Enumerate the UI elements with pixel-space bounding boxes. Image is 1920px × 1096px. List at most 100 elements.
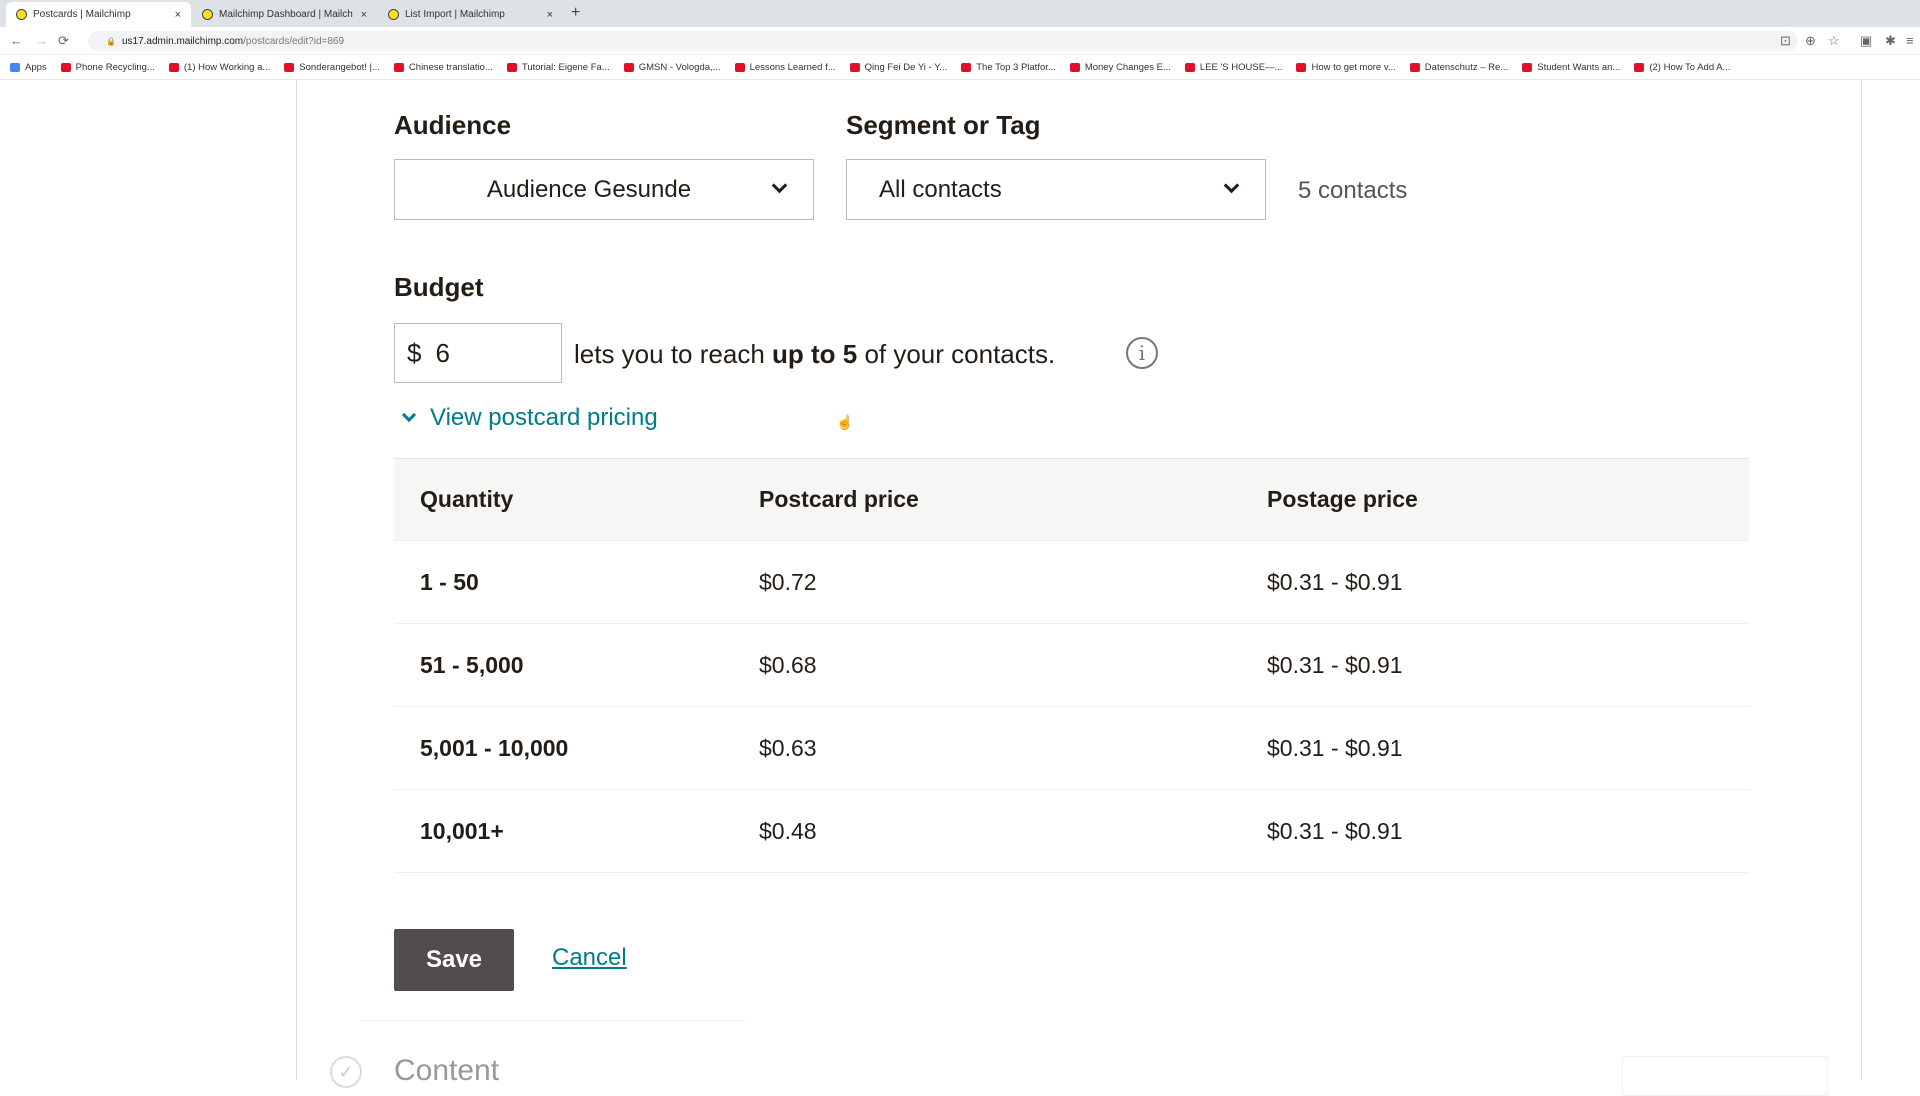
bookmarks-bar: Apps Phone Recycling... (1) How Working a.… — [0, 55, 1920, 80]
apps-grid-icon — [10, 62, 20, 72]
pricing-table: Quantity Postcard price Postage price 1 … — [394, 458, 1749, 873]
info-icon[interactable]: i — [1126, 337, 1158, 369]
bookmark-favicon-icon — [506, 62, 517, 72]
table-row: 5,001 - 10,000 $0.63 $0.31 - $0.91 — [394, 707, 1749, 790]
lock-icon: 🔒 — [106, 36, 116, 46]
bookmark-favicon-icon — [1522, 62, 1533, 72]
translate-icon[interactable]: ⊡ — [1780, 33, 1791, 49]
bookmark-label: Student Wants an... — [1537, 61, 1621, 73]
add-content-button[interactable] — [1622, 1056, 1828, 1096]
reload-icon[interactable]: ⟳ — [58, 33, 69, 49]
new-tab-button[interactable]: + — [571, 4, 580, 22]
facebook-extension-icon[interactable]: ▣ — [1860, 33, 1872, 49]
chevron-down-icon — [401, 407, 417, 423]
bookmark-item[interactable]: GMSN - Vologda,... — [623, 62, 721, 73]
bookmark-favicon-icon — [1069, 62, 1080, 72]
segment-value: All contacts — [879, 175, 1002, 203]
table-header: Quantity Postcard price Postage price — [394, 458, 1749, 541]
view-pricing-link[interactable]: View postcard pricing — [430, 404, 658, 432]
bookmark-favicon-icon — [849, 62, 860, 72]
quantity-cell: 1 - 50 — [420, 568, 479, 595]
bookmark-item[interactable]: (2) How To Add A... — [1634, 62, 1730, 73]
back-icon[interactable]: ← — [10, 33, 23, 48]
bookmark-favicon-icon — [1409, 62, 1420, 72]
reach-text-end: of your contacts. — [857, 339, 1056, 369]
close-tab-icon[interactable]: × — [361, 9, 367, 21]
address-bar-row: ← → ⟳ 🔒 us17.admin.mailchimp.com/postcar… — [0, 27, 1920, 55]
bookmark-item[interactable]: Chinese translatio... — [393, 61, 493, 73]
postage-price-cell: $0.31 - $0.91 — [1267, 651, 1403, 678]
tab-title: Mailchimp Dashboard | Mailch — [219, 9, 353, 20]
bookmark-label: Qing Fei De Yi - Y... — [864, 61, 948, 73]
tab-dashboard[interactable]: Mailchimp Dashboard | Mailch × — [192, 2, 377, 27]
bookmark-label: (2) How To Add A... — [1649, 61, 1731, 73]
bookmark-item[interactable]: Apps — [10, 62, 47, 73]
bookmark-item[interactable]: Tutorial: Eigene Fa... — [506, 61, 610, 73]
bookmark-favicon-icon — [734, 62, 745, 72]
budget-label: Budget — [394, 272, 484, 302]
forward-icon[interactable]: → — [35, 33, 48, 48]
bookmark-favicon-icon — [284, 62, 295, 72]
postage-price-cell: $0.31 - $0.91 — [1267, 817, 1403, 844]
bookmark-item[interactable]: LEE 'S HOUSE—... — [1184, 62, 1282, 73]
bookmark-favicon-icon — [961, 62, 972, 72]
bookmark-label: Tutorial: Eigene Fa... — [521, 61, 610, 73]
bookmark-item[interactable]: The Top 3 Platfor... — [961, 62, 1056, 73]
budget-input[interactable]: $6 — [394, 323, 562, 383]
bookmark-item[interactable]: Phone Recycling... — [60, 62, 155, 73]
bookmark-item[interactable]: (1) How Working a... — [168, 61, 271, 73]
bookmark-item[interactable]: Lessons Learned f... — [734, 61, 836, 73]
close-tab-icon[interactable]: × — [547, 9, 553, 21]
mailchimp-favicon-icon — [202, 9, 213, 20]
quantity-cell: 10,001+ — [420, 817, 504, 844]
mailchimp-favicon-icon — [16, 9, 27, 20]
bookmark-label: The Top 3 Platfor... — [976, 61, 1056, 73]
bookmark-item[interactable]: Money Changes E... — [1069, 61, 1171, 73]
header-postage-price: Postage price — [1267, 486, 1418, 512]
audience-label: Audience — [394, 110, 512, 140]
tab-title: List Import | Mailchimp — [405, 9, 505, 20]
bookmark-item[interactable]: Datenschutz – Re... — [1409, 62, 1508, 73]
cancel-link[interactable]: Cancel — [552, 944, 627, 972]
postcard-price-cell: $0.72 — [759, 568, 817, 595]
bookmark-label: Chinese translatio... — [408, 61, 493, 73]
bookmark-label: (1) How Working a... — [183, 61, 271, 73]
url-path: /postcards/edit?id=869 — [243, 35, 345, 47]
quantity-cell: 51 - 5,000 — [420, 651, 524, 678]
segment-select[interactable]: All contacts — [846, 159, 1266, 220]
header-postcard-price: Postcard price — [759, 486, 919, 512]
zoom-icon[interactable]: ⊕ — [1805, 33, 1816, 49]
postage-price-cell: $0.31 - $0.91 — [1267, 568, 1403, 595]
currency-symbol: $ — [407, 337, 422, 368]
budget-value: 6 — [435, 337, 450, 368]
table-row: 10,001+ $0.48 $0.31 - $0.91 — [394, 790, 1749, 873]
bookmark-label: How to get more v... — [1311, 61, 1396, 73]
bookmark-item[interactable]: Student Wants an... — [1522, 62, 1620, 73]
bookmark-favicon-icon — [623, 62, 634, 72]
bookmark-item[interactable]: How to get more v... — [1296, 61, 1396, 73]
chevron-down-icon — [771, 177, 788, 194]
header-quantity: Quantity — [420, 486, 514, 512]
bookmark-item[interactable]: Qing Fei De Yi - Y... — [849, 61, 948, 73]
save-button[interactable]: Save — [394, 929, 514, 991]
view-pricing-toggle[interactable]: View postcard pricing — [401, 404, 658, 432]
bookmark-label: Money Changes E... — [1084, 61, 1171, 73]
bookmark-label: Lessons Learned f... — [749, 61, 836, 73]
tab-title: Postcards | Mailchimp — [33, 9, 131, 20]
bookmark-favicon-icon — [1184, 62, 1195, 72]
url-input[interactable]: 🔒 us17.admin.mailchimp.com/postcards/edi… — [88, 31, 1798, 51]
close-tab-icon[interactable]: × — [175, 9, 181, 21]
extensions-icon[interactable]: ✱ — [1885, 33, 1896, 49]
budget-reach-text: lets you to reach up to 5 of your contac… — [574, 339, 1055, 370]
tab-postcards[interactable]: Postcards | Mailchimp × — [6, 2, 191, 27]
postage-price-cell: $0.31 - $0.91 — [1267, 734, 1403, 761]
tab-list-import[interactable]: List Import | Mailchimp × — [378, 2, 563, 27]
postcard-price-cell: $0.68 — [759, 651, 817, 678]
audience-select[interactable]: Audience Gesunde — [394, 159, 814, 220]
bookmark-item[interactable]: Sonderangebot! |... — [284, 62, 380, 73]
menu-icon[interactable]: ≡ — [1906, 33, 1914, 48]
postcard-price-cell: $0.63 — [759, 734, 817, 761]
postcard-price-cell: $0.48 — [759, 817, 817, 844]
star-icon[interactable]: ☆ — [1828, 33, 1840, 49]
quantity-cell: 5,001 - 10,000 — [420, 734, 569, 761]
